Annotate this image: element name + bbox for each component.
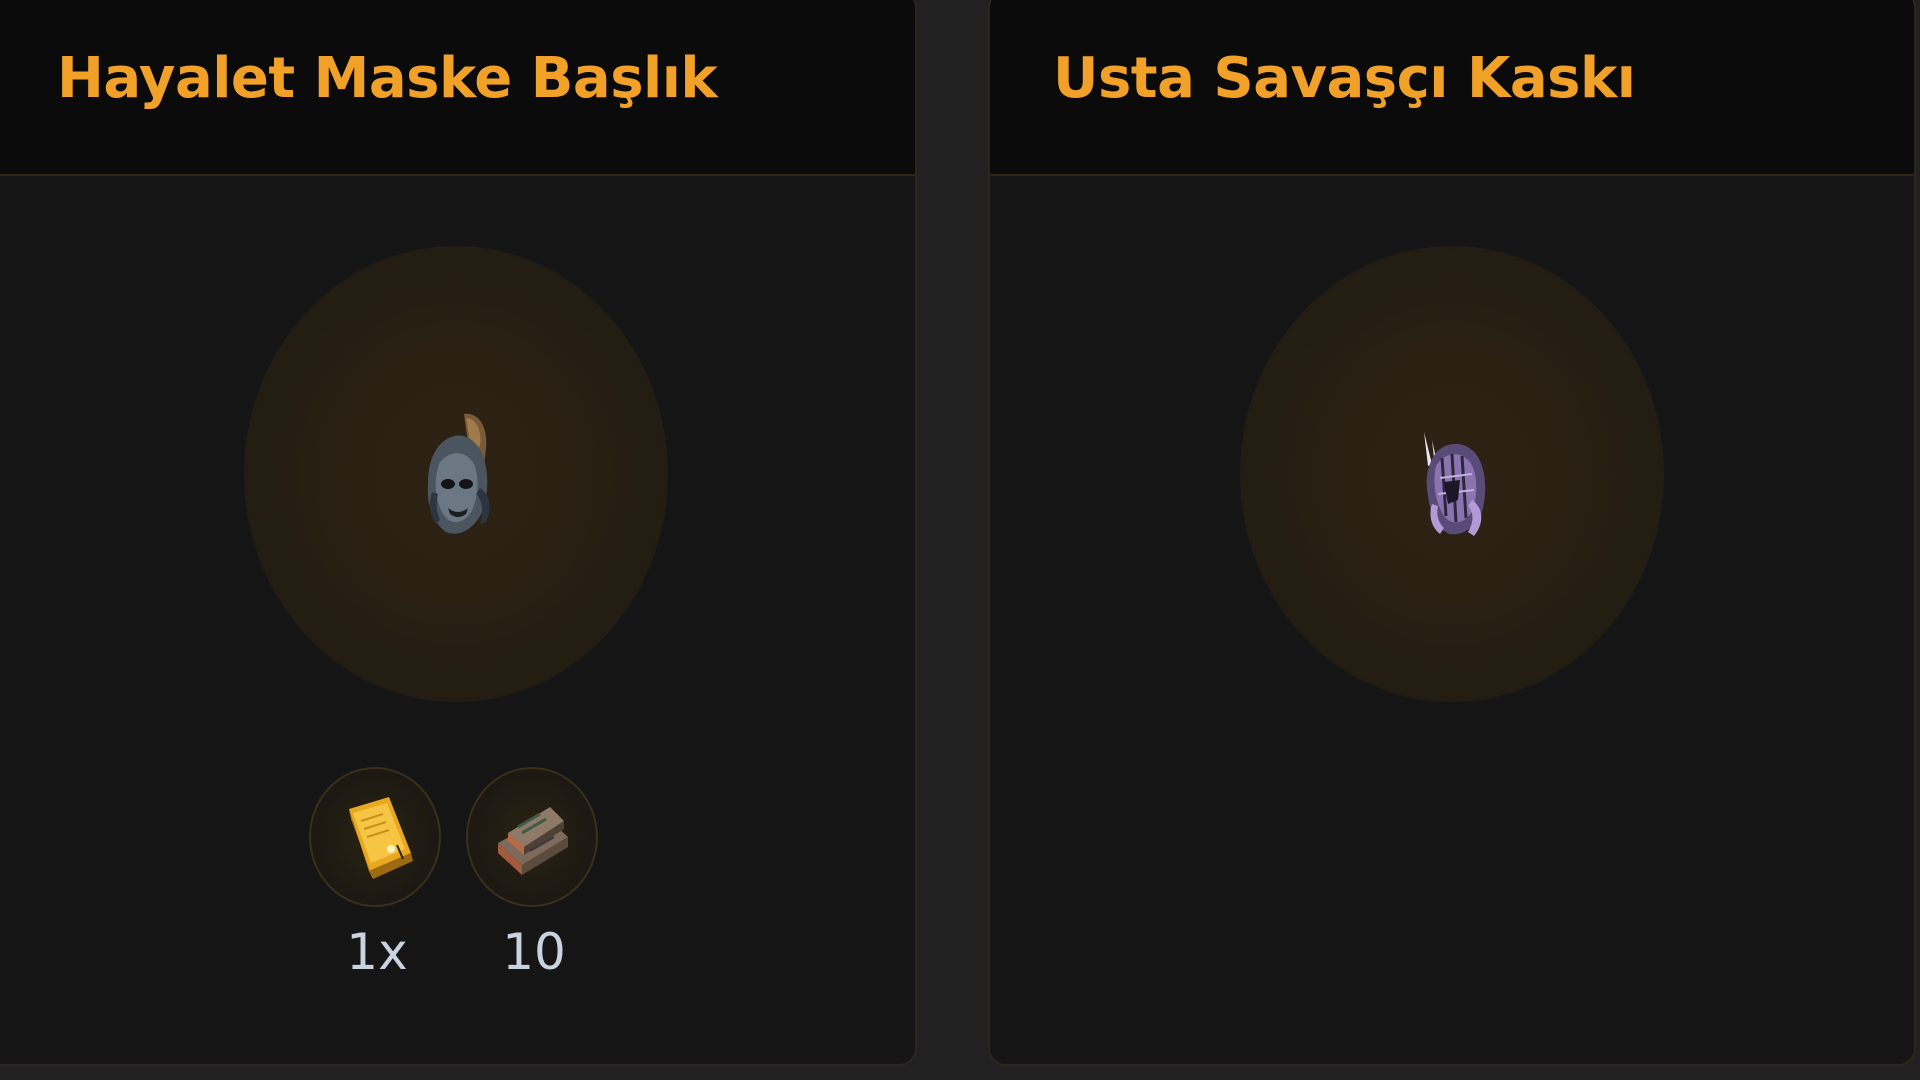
stacked-books-icon xyxy=(498,807,568,875)
requirements-row: 1x 10 xyxy=(309,767,609,997)
requirement-item[interactable]: 10 xyxy=(466,767,602,981)
item-cards-panel: Hayalet Maske Başlık 1x 10 Usta Savaşçı … xyxy=(0,0,1920,1080)
item-preview[interactable] xyxy=(1240,246,1664,702)
requirement-slot[interactable] xyxy=(309,767,441,907)
golden-book-icon xyxy=(349,797,413,879)
card-header: Usta Savaşçı Kaskı xyxy=(990,0,1914,176)
card-title: Hayalet Maske Başlık xyxy=(57,46,718,111)
requirement-slot[interactable] xyxy=(466,767,598,907)
item-preview[interactable] xyxy=(244,246,668,702)
item-card-usta-savasci-kaski[interactable]: Usta Savaşçı Kaskı xyxy=(988,0,1916,1066)
dark-mask-helmet-icon xyxy=(427,413,490,534)
requirement-count: 10 xyxy=(502,923,566,981)
requirement-count: 1x xyxy=(346,923,408,981)
card-title: Usta Savaşçı Kaskı xyxy=(1053,46,1636,111)
purple-warrior-helmet-icon xyxy=(1424,432,1486,536)
card-header: Hayalet Maske Başlık xyxy=(0,0,915,176)
requirement-item[interactable]: 1x xyxy=(309,767,445,981)
item-card-hayalet-maske[interactable]: Hayalet Maske Başlık 1x 10 xyxy=(0,0,917,1066)
